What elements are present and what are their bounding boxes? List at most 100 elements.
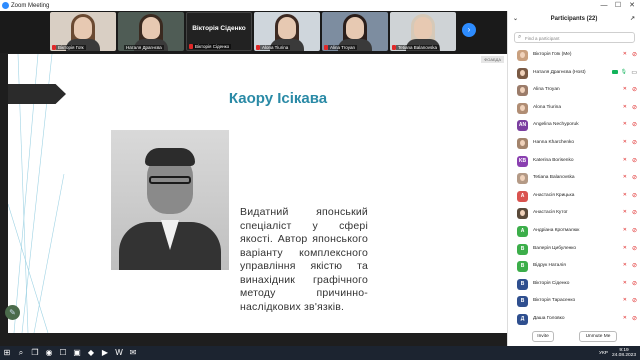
search-icon[interactable]: ⌕ (14, 346, 28, 360)
maximize-button[interactable]: ☐ (612, 0, 624, 11)
word-icon[interactable]: W (112, 346, 126, 360)
participant-row[interactable]: Вікторія Гоїк (Me) ✕ ⊘ (508, 47, 640, 65)
video-thumbnail[interactable]: Наталя Драгнєва (118, 12, 184, 51)
video-thumbnail[interactable]: Tetiana Balanovska (390, 12, 456, 51)
participant-row[interactable]: В Валерія Цибуленко ✕ ⊘ (508, 241, 640, 259)
participant-name: Вікторія Тарасенко (533, 298, 576, 304)
participant-name: Даша Головко (533, 315, 565, 321)
camera-off-icon[interactable]: ⊘ (632, 139, 637, 146)
mic-muted-icon[interactable]: ✕ (623, 139, 627, 145)
explorer-icon[interactable]: ☐ (56, 346, 70, 360)
mail-icon[interactable]: ✉ (126, 346, 140, 360)
mic-muted-icon[interactable]: ✕ (623, 262, 627, 268)
camera-on-icon[interactable]: ▭ (631, 69, 637, 76)
participant-search[interactable]: ⌕ (514, 32, 635, 43)
minimize-button[interactable]: — (598, 0, 610, 11)
start-icon[interactable]: ⊞ (0, 346, 14, 360)
mic-muted-icon[interactable]: ✕ (623, 297, 627, 303)
windows-taskbar: ⊞ ⌕ ❐ ◉ ☐ ▣ ◆ ▶ W ✉ УКР 9:19 24.08.2023 (0, 346, 640, 360)
title-bar: Zoom Meeting — ☐ ✕ (0, 0, 640, 11)
app-icon[interactable]: ◆ (84, 346, 98, 360)
mic-muted-icon[interactable]: ✕ (623, 192, 627, 198)
avatar: В (517, 261, 528, 273)
video-thumbnail[interactable]: Alona Tiurina (254, 12, 320, 51)
mic-muted-icon[interactable]: ✕ (623, 227, 627, 233)
search-input[interactable] (525, 34, 630, 42)
participant-row[interactable]: AN Angelina Nechyporuk ✕ ⊘ (508, 117, 640, 135)
participant-row[interactable]: Tetiana Balanovska ✕ ⊘ (508, 170, 640, 188)
participant-row[interactable]: А Андріана Кротмалюк ✕ ⊘ (508, 223, 640, 241)
participant-name: Відрук Наталія (533, 263, 566, 269)
chrome-icon[interactable]: ◉ (42, 346, 56, 360)
camera-off-icon[interactable]: ⊘ (632, 104, 637, 111)
video-thumbnail[interactable]: Alina Troyan (322, 12, 388, 51)
participant-row[interactable]: Alona Tiurina ✕ ⊘ (508, 100, 640, 118)
camera-off-icon[interactable]: ⊘ (632, 121, 637, 128)
mic-muted-icon[interactable]: ✕ (623, 121, 627, 127)
popout-icon[interactable]: ↗ (630, 11, 635, 27)
camera-off-icon[interactable]: ⊘ (632, 86, 637, 93)
avatar: В (517, 278, 528, 290)
participant-row[interactable]: В Вікторія Сіденко ✕ ⊘ (508, 276, 640, 294)
collapse-chevron-icon[interactable]: ⌄ (513, 11, 518, 27)
mic-muted-icon[interactable]: ✕ (623, 86, 627, 92)
mic-muted-icon[interactable]: ✕ (623, 280, 627, 286)
participant-list: Вікторія Гоїк (Me) ✕ ⊘ Наталя Драгнєва (Hos… (508, 47, 640, 329)
participant-row[interactable]: KB Katerina Borisenko ✕ ⊘ (508, 153, 640, 171)
avatar: KB (517, 155, 528, 167)
invite-button[interactable]: Invite (532, 331, 554, 342)
participant-row[interactable]: Анастасія Кутої ✕ ⊘ (508, 205, 640, 223)
camera-off-icon[interactable]: ⊘ (632, 315, 637, 322)
store-icon[interactable]: ▣ (70, 346, 84, 360)
camera-off-icon[interactable]: ⊘ (632, 245, 637, 252)
mic-muted-icon[interactable]: ✕ (623, 315, 627, 321)
mic-muted-icon[interactable]: ✕ (623, 209, 627, 215)
clock[interactable]: 9:19 24.08.2023 (612, 348, 636, 359)
camera-off-icon[interactable]: ⊘ (632, 157, 637, 164)
camera-off-icon[interactable]: ⊘ (632, 280, 637, 287)
participant-name: Вікторія Гоїк (Me) (533, 52, 572, 57)
participant-row[interactable]: Hanna Kharchenko ✕ ⊘ (508, 135, 640, 153)
panel-title: Participants (22) (550, 16, 598, 22)
video-thumbnail[interactable]: Вікторія Сіденко Вікторія Сіденко (186, 12, 252, 51)
video-on-icon (612, 69, 618, 74)
avatar: AN (517, 120, 528, 132)
mic-muted-icon[interactable]: ✕ (623, 157, 627, 163)
camera-off-icon[interactable]: ⊘ (632, 209, 637, 216)
camera-off-icon[interactable]: ⊘ (632, 227, 637, 234)
camera-off-icon[interactable]: ⊘ (632, 174, 637, 181)
participant-row[interactable]: В Вікторія Тарасенко ✕ ⊘ (508, 293, 640, 311)
meeting-area: Вікторія Гоїк Наталя Драгнєва Вікторія Сід… (0, 11, 507, 346)
mic-muted-icon[interactable]: ✕ (623, 174, 627, 180)
participant-row[interactable]: А Анастасія Крицька ✕ ⊘ (508, 188, 640, 206)
participant-name: Наталя Драгнєва (Host) (533, 69, 586, 75)
next-page-button[interactable]: › (462, 23, 476, 37)
language-indicator[interactable]: УКР (599, 351, 608, 356)
mic-muted-icon[interactable]: ✕ (623, 245, 627, 251)
camera-off-icon[interactable]: ⊘ (632, 262, 637, 269)
thumbnail-name: Alona Tiurina (260, 45, 291, 50)
task-view-icon[interactable]: ❐ (28, 346, 42, 360)
video-thumbnail[interactable]: Вікторія Гоїк (50, 12, 116, 51)
thumbnail-name: Вікторія Гоїк (56, 45, 86, 50)
muted-mic-icon (52, 45, 56, 50)
slide-arrow-shape (8, 84, 66, 104)
annotate-pen-icon[interactable]: ✎ (5, 305, 20, 320)
camera-off-icon[interactable]: ⊘ (632, 192, 637, 199)
participant-row[interactable]: Alina Troyan ✕ ⊘ (508, 82, 640, 100)
participant-row[interactable]: В Відрук Наталія ✕ ⊘ (508, 258, 640, 276)
zoom-logo-icon (2, 2, 9, 9)
mic-on-icon[interactable]: 🎙 (621, 69, 627, 75)
camera-off-icon[interactable]: ⊘ (632, 297, 637, 304)
participants-panel: ⌄ Participants (22) ↗ ⌕ Вікторія Гоїк (M… (507, 11, 640, 346)
mic-muted-icon[interactable]: ✕ (623, 51, 627, 57)
camera-off-icon[interactable]: ⊘ (632, 51, 637, 58)
mic-muted-icon[interactable]: ✕ (623, 104, 627, 110)
media-icon[interactable]: ▶ (98, 346, 112, 360)
close-button[interactable]: ✕ (626, 0, 638, 11)
muted-mic-icon (392, 45, 396, 50)
participant-row[interactable]: Наталя Драгнєва (Host) 🎙 ▭ (508, 65, 640, 83)
unmute-me-button[interactable]: Unmute Me (579, 331, 617, 342)
muted-mic-icon (324, 45, 328, 50)
participant-row[interactable]: Д Даша Головко ✕ ⊘ (508, 311, 640, 329)
